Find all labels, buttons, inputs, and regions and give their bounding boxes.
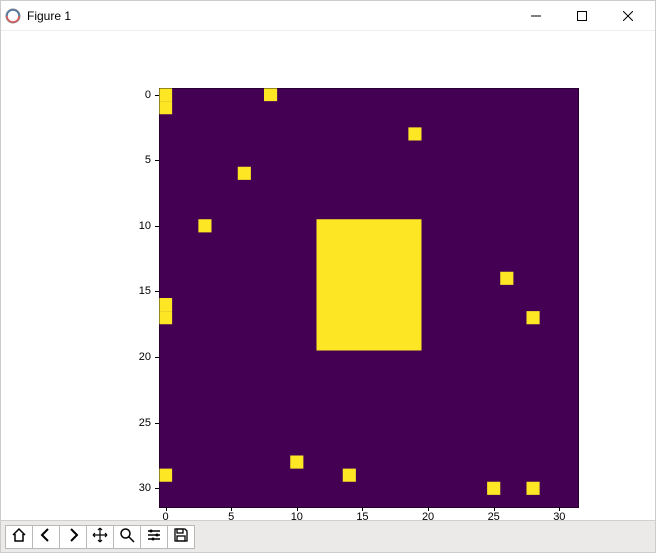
x-axis: 0 5 10 15 20 25 30 xyxy=(159,511,579,531)
back-button[interactable] xyxy=(32,525,60,549)
x-tick-label: 10 xyxy=(291,511,303,523)
minimize-button[interactable] xyxy=(513,1,559,31)
window-controls xyxy=(513,1,651,31)
zoom-icon xyxy=(119,527,135,546)
pan-button[interactable] xyxy=(86,525,114,549)
heatmap-canvas xyxy=(159,88,579,508)
x-tick-label: 0 xyxy=(163,511,169,523)
x-tick-label: 30 xyxy=(553,511,565,523)
y-tick-label: 30 xyxy=(139,482,151,494)
home-icon xyxy=(11,527,27,546)
forward-button[interactable] xyxy=(59,525,87,549)
maximize-button[interactable] xyxy=(559,1,605,31)
forward-icon xyxy=(65,527,81,546)
close-button[interactable] xyxy=(605,1,651,31)
y-tick-label: 10 xyxy=(139,220,151,232)
zoom-button[interactable] xyxy=(113,525,141,549)
y-tick-label: 15 xyxy=(139,285,151,297)
y-tick-label: 5 xyxy=(145,154,151,166)
titlebar: Figure 1 xyxy=(1,1,655,31)
x-tick-label: 15 xyxy=(356,511,368,523)
home-button[interactable] xyxy=(5,525,33,549)
x-tick-label: 20 xyxy=(422,511,434,523)
plot-area: 0 5 10 15 20 25 30 0 5 10 15 20 25 30 xyxy=(1,31,655,520)
y-tick-label: 0 xyxy=(145,89,151,101)
y-axis: 0 5 10 15 20 25 30 xyxy=(121,88,159,508)
app-icon xyxy=(5,8,21,24)
y-tick-label: 25 xyxy=(139,417,151,429)
pan-icon xyxy=(92,527,108,546)
x-tick-label: 5 xyxy=(228,511,234,523)
window-title: Figure 1 xyxy=(27,9,513,23)
back-icon xyxy=(38,527,54,546)
heatmap-axes xyxy=(159,88,579,508)
y-tick-label: 20 xyxy=(139,351,151,363)
x-tick-label: 25 xyxy=(488,511,500,523)
